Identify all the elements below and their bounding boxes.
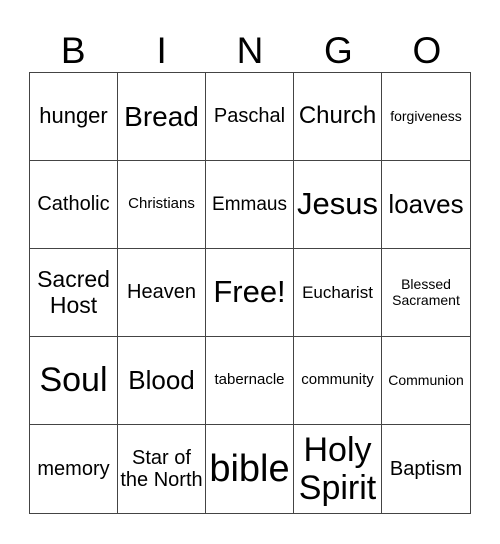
- bingo-cell[interactable]: Paschal: [206, 73, 294, 161]
- bingo-cell[interactable]: Jesus: [294, 161, 382, 249]
- bingo-cell[interactable]: Baptism: [382, 425, 470, 513]
- bingo-cell[interactable]: Heaven: [118, 249, 206, 337]
- bingo-cell[interactable]: Soul: [30, 337, 118, 425]
- bingo-cell[interactable]: Emmaus: [206, 161, 294, 249]
- bingo-cell[interactable]: Church: [294, 73, 382, 161]
- header-letter-b: B: [60, 30, 86, 71]
- bingo-header: B I N G O: [29, 30, 471, 72]
- header-letter-n: N: [236, 30, 264, 71]
- bingo-cell[interactable]: community: [294, 337, 382, 425]
- bingo-cell[interactable]: Communion: [382, 337, 470, 425]
- bingo-cell[interactable]: memory: [30, 425, 118, 513]
- bingo-cell[interactable]: Star of the North: [118, 425, 206, 513]
- bingo-cell[interactable]: Sacred Host: [30, 249, 118, 337]
- header-letter-o: O: [412, 30, 442, 71]
- bingo-cell[interactable]: Bread: [118, 73, 206, 161]
- header-letter-i: I: [156, 30, 167, 71]
- header-letter-g: G: [324, 30, 353, 71]
- bingo-cell[interactable]: bible: [206, 425, 294, 513]
- bingo-cell[interactable]: Blood: [118, 337, 206, 425]
- bingo-cell[interactable]: tabernacle: [206, 337, 294, 425]
- bingo-cell[interactable]: Blessed Sacrament: [382, 249, 470, 337]
- bingo-cell[interactable]: Holy Spirit: [294, 425, 382, 513]
- bingo-cell[interactable]: Christians: [118, 161, 206, 249]
- bingo-cell[interactable]: Catholic: [30, 161, 118, 249]
- bingo-cell[interactable]: loaves: [382, 161, 470, 249]
- bingo-grid: hunger Bread Paschal Church forgiveness Catho…: [29, 72, 471, 514]
- bingo-cell[interactable]: Eucharist: [294, 249, 382, 337]
- bingo-cell[interactable]: hunger: [30, 73, 118, 161]
- bingo-cell[interactable]: Free!: [206, 249, 294, 337]
- bingo-cell[interactable]: forgiveness: [382, 73, 470, 161]
